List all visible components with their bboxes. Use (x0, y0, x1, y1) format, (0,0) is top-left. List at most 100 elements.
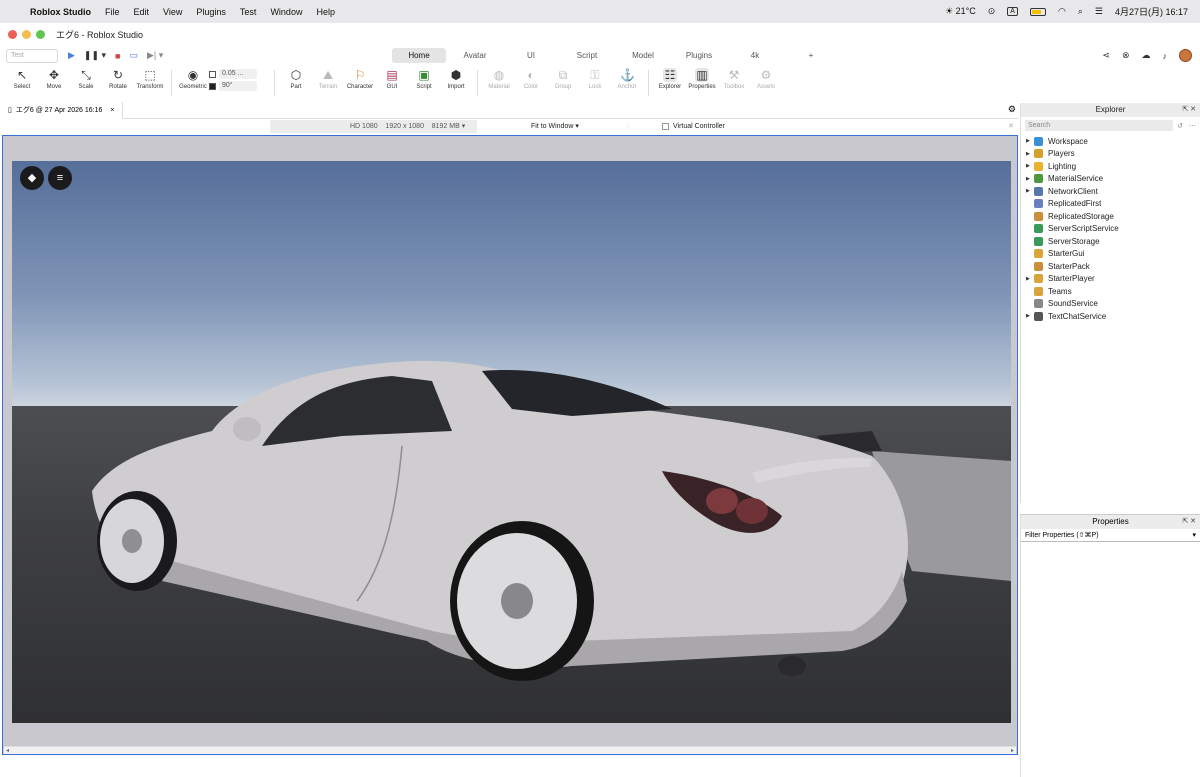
script-tool[interactable]: ▣ Script (408, 66, 440, 90)
hamburger-menu-icon[interactable]: ≡ (48, 166, 72, 190)
geometric-tool[interactable]: ◉ Geometric (177, 66, 209, 90)
close-tab-icon[interactable]: × (110, 107, 114, 114)
wifi-icon[interactable]: ◠ (1058, 6, 1066, 17)
explorer-item[interactable]: ReplicatedStorage (1021, 210, 1200, 223)
rotate-tool[interactable]: ↻ Rotate (102, 66, 134, 90)
rotate-snap-checkbox[interactable] (209, 82, 216, 90)
tab-ui[interactable]: UI (504, 48, 558, 63)
explorer-item[interactable]: ▶ NetworkClient (1021, 185, 1200, 198)
tab-plugins[interactable]: Plugins (672, 48, 726, 63)
expand-arrow-icon[interactable]: ▶ (1026, 151, 1034, 157)
menu-test[interactable]: Test (240, 7, 257, 17)
chevron-down-icon[interactable]: ▾ (1192, 529, 1196, 542)
group-tool[interactable]: ⧉ Group (547, 66, 579, 90)
part-tool[interactable]: ⬡ Part (280, 66, 312, 90)
zoom-window-button[interactable] (36, 29, 45, 39)
properties-filter-input[interactable]: Filter Properties (⇧⌘P) ▾ (1021, 529, 1200, 542)
media-icon[interactable]: ⊙ (988, 6, 996, 17)
close-window-button[interactable] (8, 29, 17, 39)
document-tab[interactable]: ▯ エグ6 @ 27 Apr 2026 16:16 × (0, 101, 124, 119)
device-selector[interactable]: HD 1080 1920 x 1080 8192 MB ▾ (270, 120, 477, 133)
clock[interactable]: 4月27日(月) 16:17 (1115, 5, 1188, 18)
expand-arrow-icon[interactable]: ▶ (1026, 176, 1034, 182)
panel-controls[interactable]: ⇱ ✕ (1182, 103, 1196, 117)
menu-file[interactable]: File (105, 7, 120, 17)
assets-toggle[interactable]: ⚙ Assets (750, 66, 782, 90)
scale-tool[interactable]: ⤡ Scale (70, 66, 102, 90)
lock-tool[interactable]: ⚿ Lock (579, 66, 611, 90)
tab-model[interactable]: Model (616, 48, 670, 63)
menu-window[interactable]: Window (270, 7, 302, 17)
scene-render[interactable] (12, 161, 1011, 723)
explorer-item[interactable]: ▶ StarterPlayer (1021, 273, 1200, 286)
expand-arrow-icon[interactable]: ▶ (1026, 276, 1034, 282)
move-snap-checkbox[interactable] (209, 70, 216, 78)
notification-bell-icon[interactable]: ♪ (1163, 51, 1168, 61)
minimize-window-button[interactable] (22, 29, 31, 39)
explorer-toggle[interactable]: ☷ Explorer (654, 66, 686, 90)
menu-help[interactable]: Help (316, 7, 335, 17)
battery-icon[interactable] (1029, 7, 1046, 16)
color-tool[interactable]: ◐ Color (515, 66, 547, 90)
explorer-item[interactable]: ▶ MaterialService (1021, 173, 1200, 186)
menu-plugins[interactable]: Plugins (196, 7, 226, 17)
play-icon[interactable]: ▶ (68, 50, 75, 61)
explorer-item[interactable]: ▶ TextChatService (1021, 310, 1200, 323)
expand-arrow-icon[interactable]: ▶ (1026, 313, 1034, 319)
transform-tool[interactable]: ⬚ Transform (134, 66, 166, 90)
stop-icon[interactable]: ■ (115, 51, 120, 61)
horizontal-scrollbar[interactable]: ◂ ▸ (4, 746, 1016, 754)
explorer-item[interactable]: ▶ Workspace (1021, 135, 1200, 148)
virtual-controller-toggle[interactable]: Virtual Controller (662, 120, 725, 133)
pause-icon[interactable]: ❚❚ ▾ (84, 50, 106, 61)
expand-arrow-icon[interactable]: ▶ (1026, 138, 1034, 144)
properties-toggle[interactable]: ▥ Properties (686, 66, 718, 90)
scroll-left-icon[interactable]: ◂ (6, 747, 9, 754)
collaborate-icon[interactable]: ⊗ (1122, 50, 1130, 61)
tab-script[interactable]: Script (560, 48, 614, 63)
select-tool[interactable]: ↖ Select (6, 66, 38, 90)
explorer-item[interactable]: SoundService (1021, 298, 1200, 311)
tab-4k[interactable]: 4k (728, 48, 782, 63)
toolbox-toggle[interactable]: ⚒ Toolbox (718, 66, 750, 90)
expand-arrow-icon[interactable]: ▶ (1026, 163, 1034, 169)
scroll-right-icon[interactable]: ▸ (1011, 747, 1014, 754)
explorer-item[interactable]: ▶ Players (1021, 148, 1200, 161)
panel-controls[interactable]: ⇱ ✕ (1182, 515, 1196, 529)
explorer-search-input[interactable]: Search (1025, 120, 1174, 131)
menu-edit[interactable]: Edit (134, 7, 150, 17)
gui-tool[interactable]: ▤ GUI (376, 66, 408, 90)
explorer-item[interactable]: StarterPack (1021, 260, 1200, 273)
control-center-icon[interactable]: ☰ (1095, 6, 1103, 17)
test-mode-select[interactable]: Test (6, 48, 58, 63)
fit-to-window-select[interactable]: Fit to Window ▾ (531, 120, 579, 133)
screen-icon[interactable]: ▭ (129, 50, 138, 61)
close-device-bar-icon[interactable]: ✕ (1008, 120, 1014, 133)
explorer-item[interactable]: ServerScriptService (1021, 223, 1200, 236)
weather-status[interactable]: ☀ 21°C (945, 6, 976, 17)
search-icon[interactable]: ⌕ (1078, 6, 1083, 17)
virtual-controller-checkbox[interactable] (662, 123, 669, 130)
expand-arrow-icon[interactable]: ▶ (1026, 188, 1034, 194)
material-tool[interactable]: ◍ Material (483, 66, 515, 90)
share-icon[interactable]: ⋖ (1102, 50, 1110, 61)
explorer-item[interactable]: ReplicatedFirst (1021, 198, 1200, 211)
character-tool[interactable]: ⚐ Character (344, 66, 376, 90)
explorer-item[interactable]: ▶ Lighting (1021, 160, 1200, 173)
add-tab-button[interactable]: + (784, 48, 838, 63)
explorer-item[interactable]: Teams (1021, 285, 1200, 298)
anchor-tool[interactable]: ⚓ Anchor (611, 66, 643, 90)
move-tool[interactable]: ✥ Move (38, 66, 70, 90)
explorer-item[interactable]: ServerStorage (1021, 235, 1200, 248)
tab-avatar[interactable]: Avatar (448, 48, 502, 63)
history-icon[interactable]: ↺ (1177, 122, 1183, 130)
app-menu[interactable]: Roblox Studio (30, 7, 91, 17)
step-icon[interactable]: ▶| ▾ (147, 50, 163, 61)
input-mode[interactable]: A (1007, 7, 1018, 16)
terrain-tool[interactable]: ⛰ Terrain (312, 66, 344, 90)
explorer-item[interactable]: StarterGui (1021, 248, 1200, 261)
cloud-icon[interactable]: ☁ (1142, 50, 1151, 61)
tab-home[interactable]: Home (392, 48, 446, 63)
import-tool[interactable]: ⬢ Import (440, 66, 472, 90)
roblox-menu-icon[interactable]: ◆ (20, 166, 44, 190)
